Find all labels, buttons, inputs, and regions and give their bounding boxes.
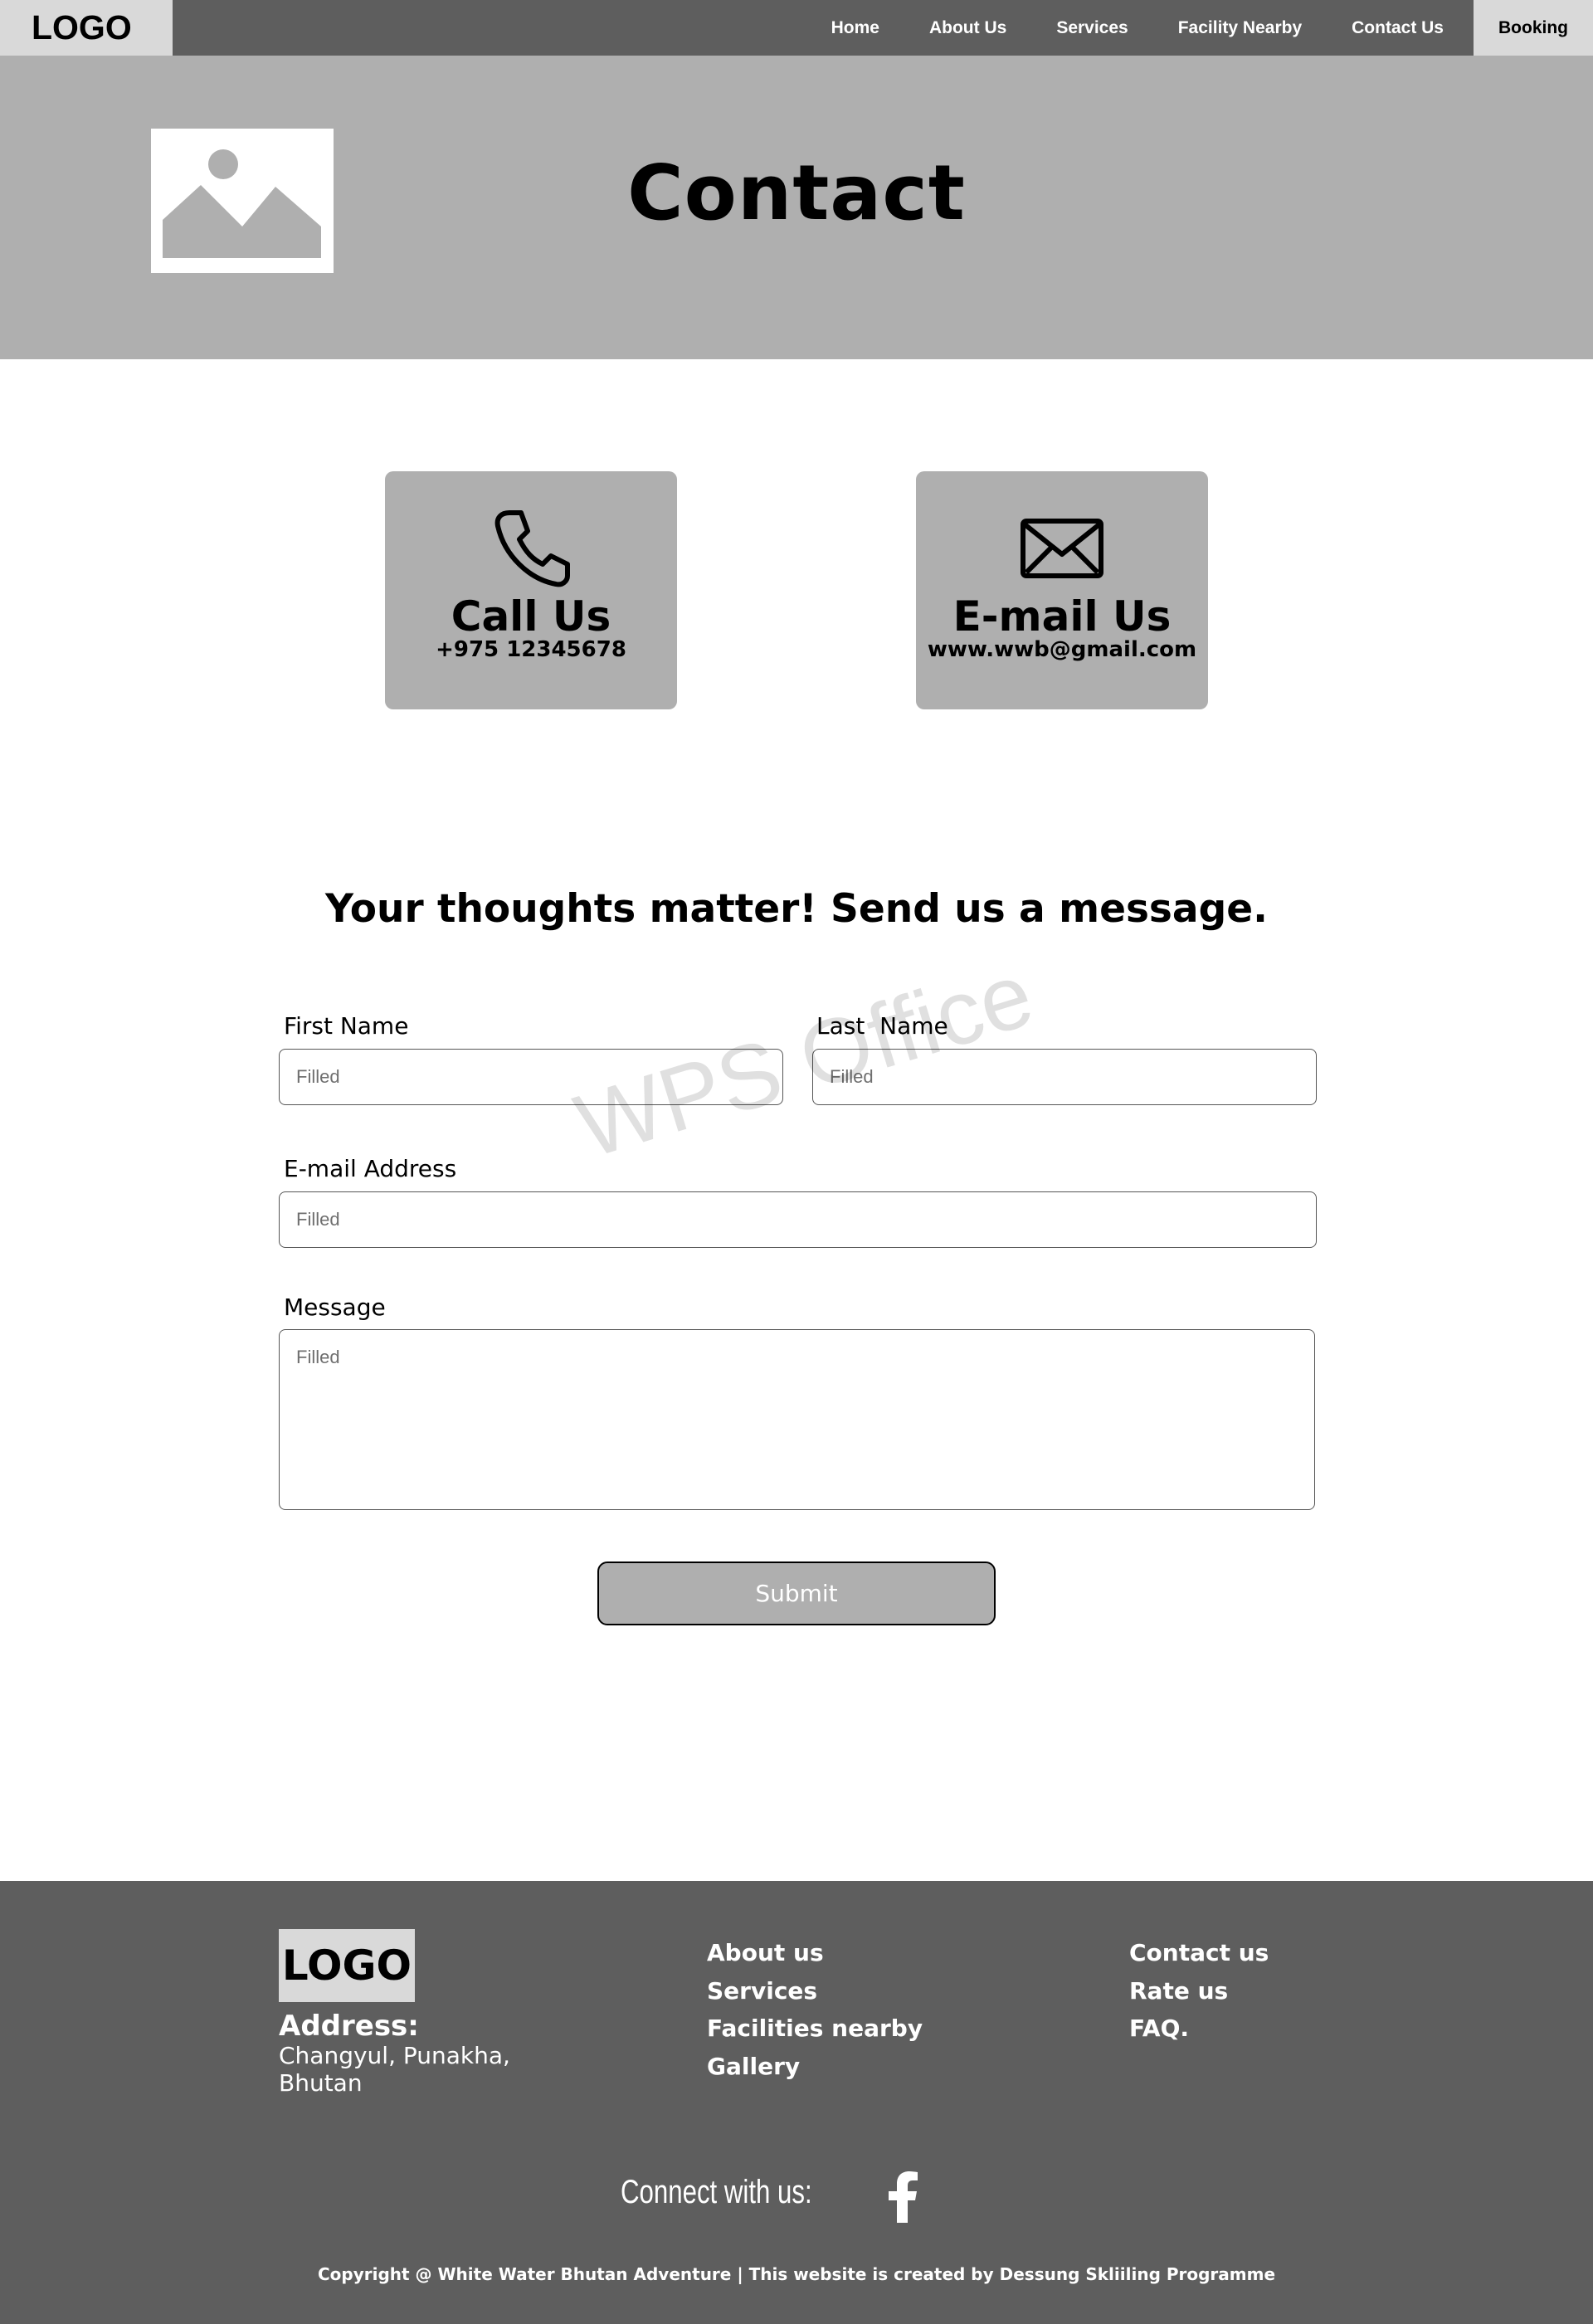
email-address[interactable]: www.wwb@gmail.com (916, 637, 1208, 662)
nav-link-facility-nearby[interactable]: Facility Nearby (1153, 0, 1327, 56)
email-us-card[interactable]: E-mail Us www.wwb@gmail.com (916, 471, 1208, 709)
call-us-card[interactable]: Call Us +975 12345678 (385, 471, 677, 709)
footer-link-contact-us[interactable]: Contact us (1129, 1934, 1269, 1972)
nav-link-home[interactable]: Home (806, 0, 904, 56)
top-navbar: LOGO Home About Us Services Facility Nea… (0, 0, 1593, 56)
phone-icon (490, 506, 572, 593)
first-name-label: First Name (284, 1012, 409, 1040)
hero-banner: Contact (0, 56, 1593, 359)
nav-links: Home About Us Services Facility Nearby C… (806, 0, 1593, 56)
facebook-icon[interactable] (886, 2171, 919, 2227)
phone-number[interactable]: +975 12345678 (385, 637, 677, 662)
email-us-title: E-mail Us (952, 592, 1172, 641)
page-title: Contact (627, 149, 966, 237)
connect-label: Connect with us: (621, 2174, 812, 2210)
footer-link-services[interactable]: Services (707, 1972, 923, 2010)
nav-link-about-us[interactable]: About Us (904, 0, 1031, 56)
email-input[interactable]: Filled (279, 1191, 1317, 1248)
last-name-input[interactable]: Filled (812, 1049, 1317, 1105)
email-label: E-mail Address (284, 1155, 457, 1182)
footer-link-gallery[interactable]: Gallery (707, 2048, 923, 2086)
nav-link-contact-us[interactable]: Contact Us (1327, 0, 1469, 56)
nav-link-services[interactable]: Services (1031, 0, 1152, 56)
footer-link-faq[interactable]: FAQ. (1129, 2010, 1269, 2048)
message-label: Message (284, 1294, 386, 1321)
booking-button[interactable]: Booking (1474, 0, 1593, 56)
copyright-text: Copyright @ White Water Bhutan Adventure… (317, 2264, 1276, 2284)
message-textarea[interactable]: Filled (279, 1329, 1315, 1510)
nav-logo[interactable]: LOGO (0, 0, 173, 56)
footer-links-column-2: Contact us Rate us FAQ. (1129, 1934, 1269, 2048)
footer-logo[interactable]: LOGO (279, 1929, 415, 2002)
footer-link-rate-us[interactable]: Rate us (1129, 1972, 1269, 2010)
footer: LOGO Address: Changyul, Punakha, Bhutan … (0, 1881, 1593, 2324)
call-us-title: Call Us (451, 592, 611, 641)
envelope-icon (1020, 518, 1104, 583)
footer-link-about-us[interactable]: About us (707, 1934, 923, 1972)
footer-link-facilities-nearby[interactable]: Facilities nearby (707, 2010, 923, 2048)
address-label: Address: (279, 2010, 419, 2043)
form-heading: Your thoughts matter! Send us a message. (324, 886, 1269, 932)
address-text: Changyul, Punakha, Bhutan (279, 2042, 510, 2097)
footer-links-column-1: About us Services Facilities nearby Gall… (707, 1934, 923, 2085)
first-name-input[interactable]: Filled (279, 1049, 783, 1105)
last-name-label: Last Name (816, 1012, 948, 1040)
submit-button[interactable]: Submit (597, 1562, 996, 1625)
